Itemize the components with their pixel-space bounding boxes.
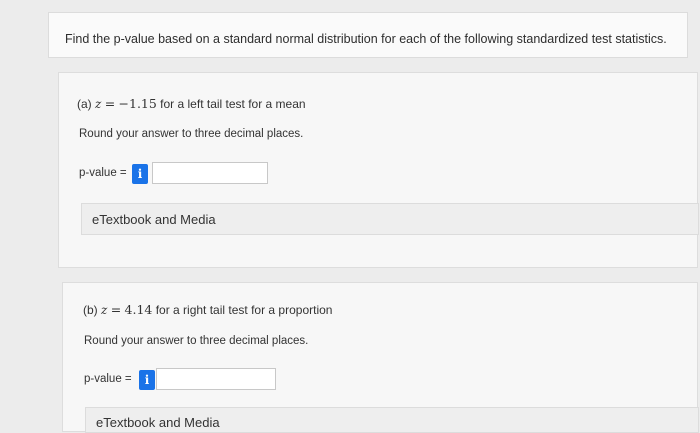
part-a-equals: = (104, 96, 116, 111)
question-text: Find the p-value based on a standard nor… (65, 32, 667, 46)
part-a-answer-row: p-value = i (79, 162, 299, 186)
part-a-description: for a left tail test for a mean (160, 97, 306, 111)
question-header: Find the p-value based on a standard nor… (48, 12, 688, 58)
part-a-panel: (a) z = −1.15 for a left tail test for a… (58, 72, 699, 268)
part-a-info-icon[interactable]: i (132, 164, 148, 184)
part-b-answer-row: p-value = i (84, 368, 304, 392)
part-a-etextbook-label: eTextbook and Media (92, 212, 216, 227)
part-b-answer-label: p-value = (84, 373, 132, 385)
part-a-instruction: Round your answer to three decimal place… (79, 128, 304, 140)
part-a-variable: z (95, 97, 102, 111)
part-b-info-icon[interactable]: i (139, 370, 155, 390)
page: Find the p-value based on a standard nor… (0, 0, 700, 433)
part-b-label: (b) (83, 303, 98, 317)
part-a-etextbook-link[interactable]: eTextbook and Media (81, 203, 699, 235)
part-b-p-value-input[interactable] (156, 368, 276, 390)
part-b-equals: = (110, 302, 122, 317)
part-b-prompt: (b) z = 4.14 for a right tail test for a… (83, 302, 332, 317)
part-a-p-value-input[interactable] (152, 162, 268, 184)
part-b-instruction: Round your answer to three decimal place… (84, 335, 309, 347)
part-b-etextbook-link[interactable]: eTextbook and Media (85, 407, 699, 433)
part-b-panel: (b) z = 4.14 for a right tail test for a… (62, 282, 699, 433)
part-b-value: 4.14 (124, 302, 153, 317)
part-b-variable: z (101, 303, 108, 317)
part-a-prompt: (a) z = −1.15 for a left tail test for a… (77, 96, 306, 111)
part-a-answer-label: p-value = (79, 167, 127, 179)
part-b-etextbook-label: eTextbook and Media (96, 415, 220, 430)
part-a-value: −1.15 (118, 96, 157, 111)
part-a-label: (a) (77, 97, 92, 111)
part-b-description: for a right tail test for a proportion (155, 303, 333, 317)
